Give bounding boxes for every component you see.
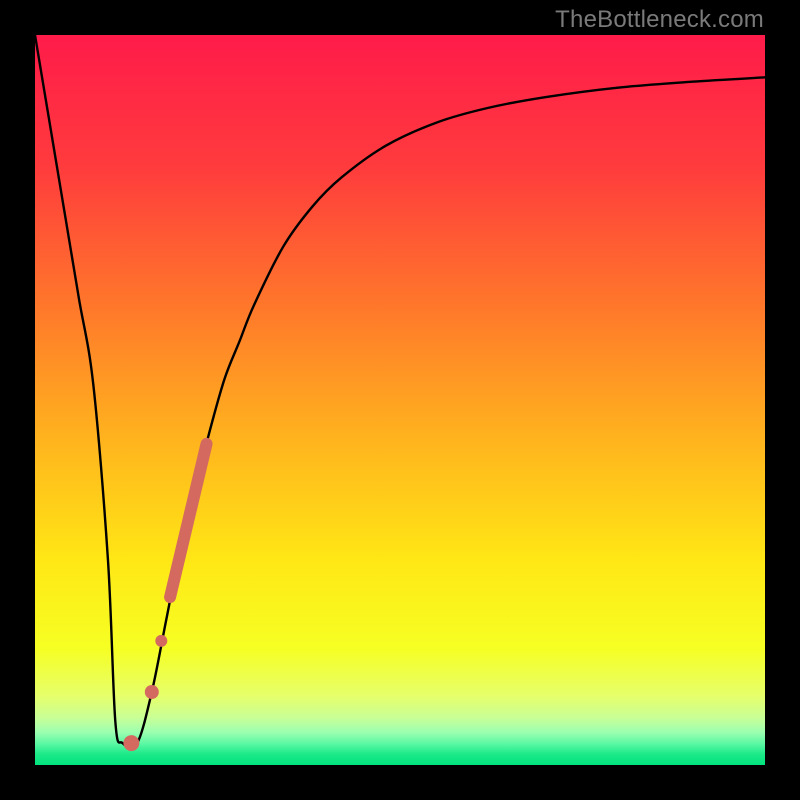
plot-area [35, 35, 765, 765]
watermark-text: TheBottleneck.com [555, 6, 764, 34]
chart-svg [35, 35, 765, 765]
highlight-dot-lower [145, 685, 159, 699]
bottleneck-curve [35, 35, 765, 748]
highlight-segment [170, 444, 207, 597]
highlight-dot-bottom [123, 735, 139, 751]
highlight-dot-mid [155, 635, 167, 647]
chart-frame: TheBottleneck.com [0, 0, 800, 800]
